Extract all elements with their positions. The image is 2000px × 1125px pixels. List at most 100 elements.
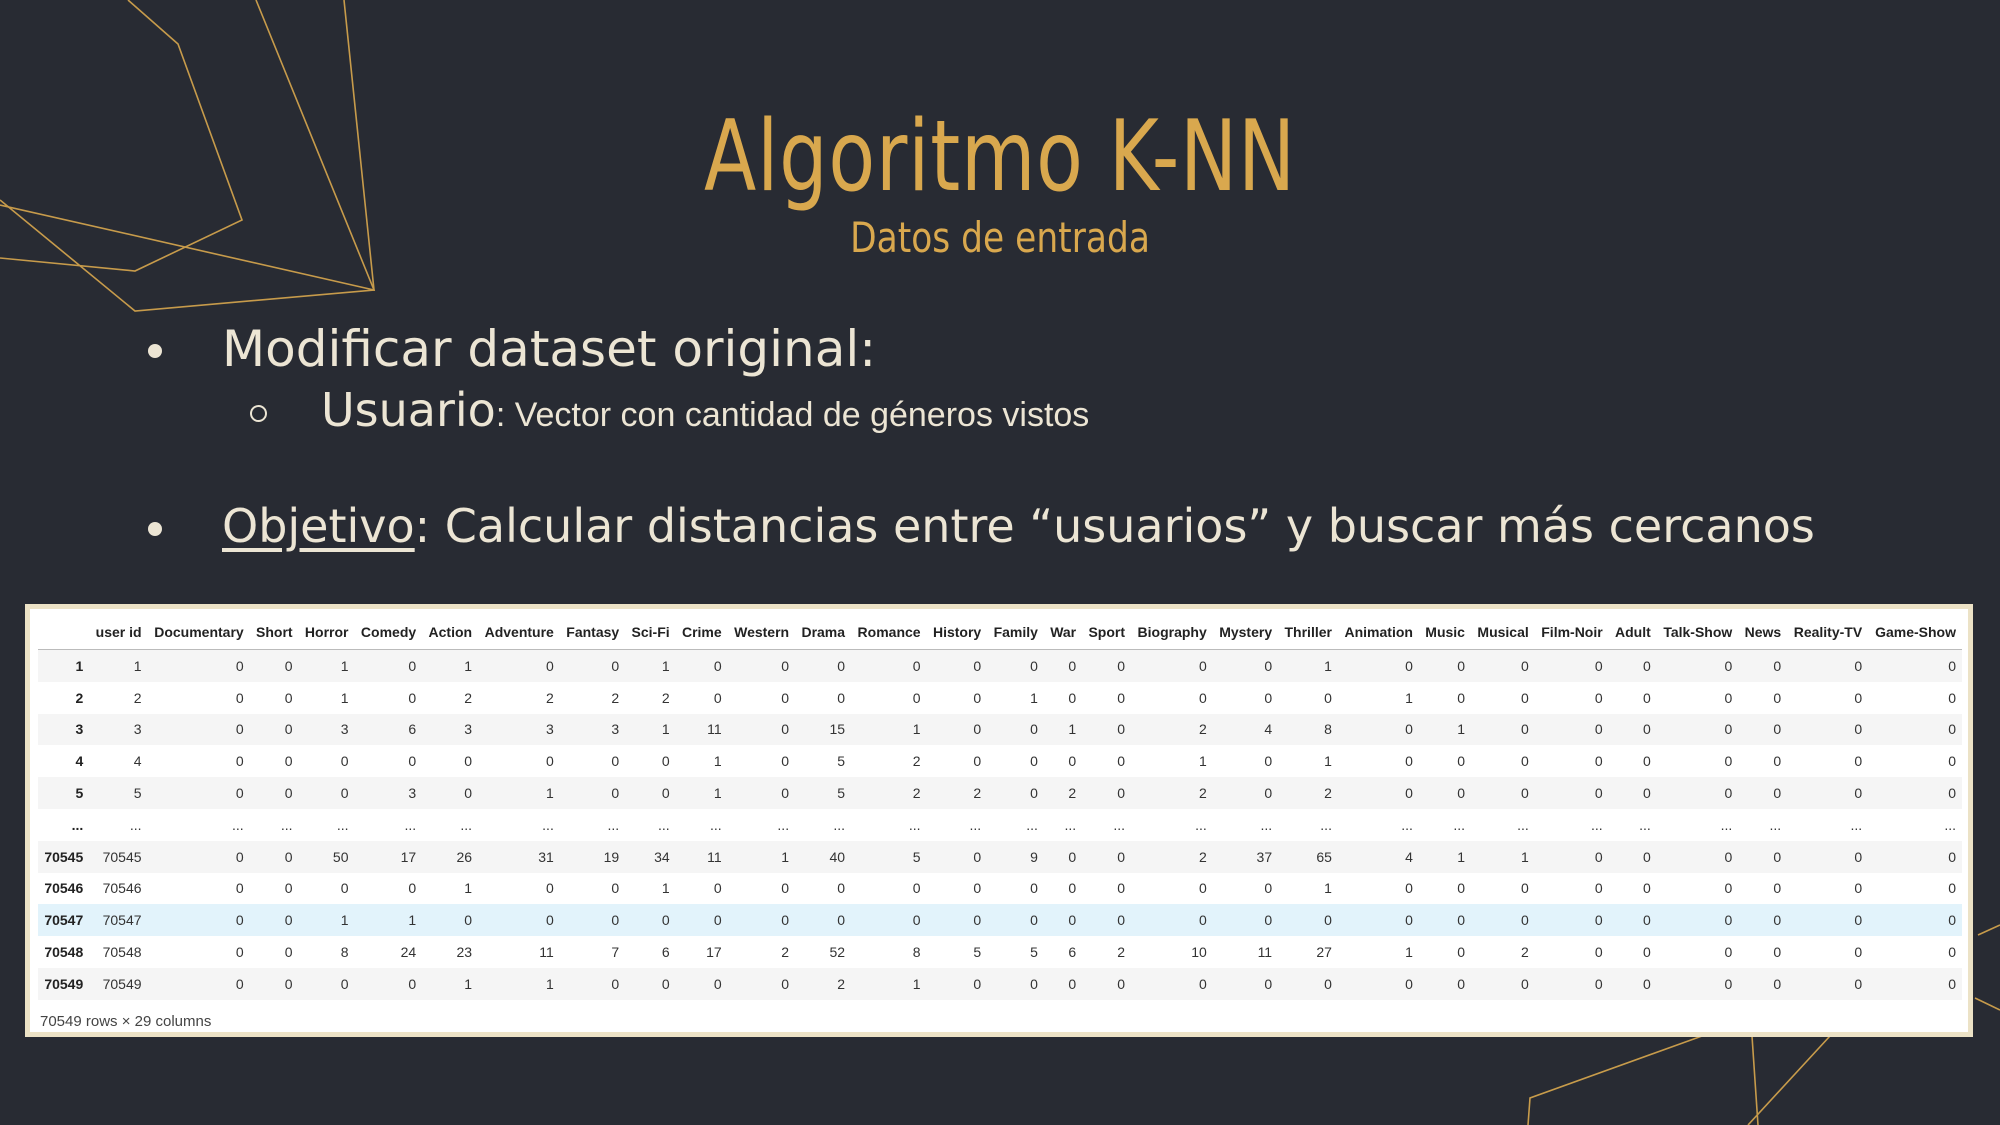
table-cell: 0 — [340, 975, 349, 992]
table-cell: ... — [777, 816, 790, 833]
table-cell: 0 — [1405, 753, 1413, 770]
table-cell: 0 — [661, 912, 670, 929]
table-cell: 1 — [781, 848, 790, 865]
table-cell: 0 — [1520, 880, 1529, 897]
table-cell: 0 — [408, 753, 417, 770]
table-cell: 9 — [1030, 848, 1038, 865]
column-header: Adventure — [478, 615, 560, 650]
column-header: Short — [249, 615, 299, 650]
table-cell: 0 — [1642, 944, 1651, 961]
table-cell: 5 — [837, 785, 846, 802]
table-cell: ... — [1944, 816, 1956, 833]
table-cell: 0 — [284, 880, 293, 897]
table-cell: 0 — [713, 689, 722, 706]
table-row: 2 2 0 0 1 0 2 2 2 2 0 0 0 0 0 1 0 0 0 0 0 1 0 0 0 0 0 0 0 0 — [38, 681, 1962, 714]
table-cell: 0 — [284, 848, 293, 865]
table-cell: ... — [1320, 816, 1332, 833]
table-cell: ... — [280, 816, 293, 833]
table-cell: 0 — [1854, 785, 1863, 802]
table-cell: 0 — [611, 880, 620, 897]
table-cell: 15 — [829, 721, 846, 738]
table-cell: 0 — [781, 721, 790, 738]
table-cell: 0 — [1324, 689, 1332, 706]
table-cell: 0 — [1948, 975, 1956, 992]
table-cell: 5 — [837, 753, 846, 770]
table-cell: 1 — [713, 753, 722, 770]
table-cell: 3 — [611, 721, 620, 738]
page-subtitle: Datos de entrada — [850, 213, 1150, 262]
table-cell: 5 — [1030, 944, 1038, 961]
table-cell: 0 — [284, 657, 293, 674]
table-cell: 0 — [661, 753, 670, 770]
table-cell: 0 — [1948, 721, 1956, 738]
table-cell: 26 — [456, 848, 473, 865]
table-cell: 0 — [1405, 785, 1413, 802]
table-cell: 1 — [1457, 848, 1465, 865]
table-cell: 0 — [1854, 721, 1863, 738]
table-cell: 52 — [829, 944, 846, 961]
table-cell: 37 — [1256, 848, 1273, 865]
column-header: History — [926, 615, 988, 650]
table-cell: 0 — [235, 848, 244, 865]
table-cell: 0 — [1405, 721, 1413, 738]
table-cell: 0 — [1594, 785, 1603, 802]
table-cell: 0 — [1642, 753, 1651, 770]
table-cell: 2 — [1324, 785, 1332, 802]
table-cell: 70545 — [102, 848, 142, 865]
table-cell: 0 — [1724, 689, 1733, 706]
table-header-row: user id Documentary Short Horror Comedy Actio… — [38, 615, 1962, 650]
table-cell: 0 — [464, 912, 473, 929]
deco-line-7 — [1974, 997, 2000, 1011]
table-cell: 6 — [1068, 944, 1077, 961]
bullet-text: Modificar dataset original: — [222, 320, 877, 378]
column-header: Crime — [675, 615, 728, 650]
table-cell: ... — [833, 816, 846, 833]
table-cell: 0 — [1264, 975, 1273, 992]
table-cell: 0 — [1117, 880, 1125, 897]
row-index: 4 — [75, 753, 84, 770]
table-cell: 0 — [235, 657, 244, 674]
table-cell: 2 — [1198, 848, 1207, 865]
table-cell: 0 — [1948, 944, 1956, 961]
table-row: ........................................… — [38, 808, 1962, 841]
table-cell: 70549 — [102, 975, 142, 992]
table-cell: 65 — [1316, 848, 1332, 865]
table-cell: ... — [908, 816, 921, 833]
table-cell: 0 — [1948, 657, 1956, 674]
table-cell: 2 — [912, 753, 921, 770]
table-cell: 0 — [973, 657, 982, 674]
table-cell: 1 — [464, 657, 473, 674]
table-cell: 3 — [464, 721, 473, 738]
table-cell: 0 — [1457, 912, 1465, 929]
table-cell: 0 — [1854, 975, 1863, 992]
table-cell: 0 — [1030, 912, 1038, 929]
table-cell: 0 — [464, 753, 473, 770]
row-index: 70546 — [44, 880, 84, 897]
table-cell: 0 — [1594, 657, 1603, 674]
table-cell: ... — [1639, 816, 1651, 833]
table-row: 70545 70545 0 0 50 17 26 31 19 34 11 1 40 5 0 9 0 0 2 37 65 4… — [38, 840, 1962, 873]
table-cell: 0 — [1594, 721, 1603, 738]
column-header: Comedy — [354, 615, 423, 650]
table-cell: 0 — [1264, 880, 1273, 897]
table-cell: 0 — [1724, 944, 1733, 961]
table-cell: 0 — [284, 975, 293, 992]
table-cell: 31 — [538, 848, 554, 865]
table-cell: ... — [1769, 816, 1782, 833]
table-cell: 0 — [1030, 753, 1038, 770]
table-cell: 6 — [408, 721, 417, 738]
deco-line-4 — [1527, 1035, 1759, 1125]
table-cell: 0 — [973, 721, 982, 738]
table-cell: 2 — [837, 975, 846, 992]
dataframe-table: user id Documentary Short Horror Comedy Actio… — [38, 615, 1962, 1000]
table-cell: 0 — [1117, 721, 1125, 738]
table-cell: 0 — [973, 689, 982, 706]
table-cell: ... — [1517, 816, 1529, 833]
table-cell: 0 — [611, 753, 620, 770]
table-cell: 8 — [1324, 721, 1332, 738]
table-cell: 4 — [133, 753, 142, 770]
row-index: 70548 — [44, 944, 84, 961]
objective-text: : Calcular distancias entre “usuarios” y… — [414, 499, 1815, 553]
table-cell: 1 — [1405, 689, 1413, 706]
table-cell: 0 — [1117, 657, 1125, 674]
